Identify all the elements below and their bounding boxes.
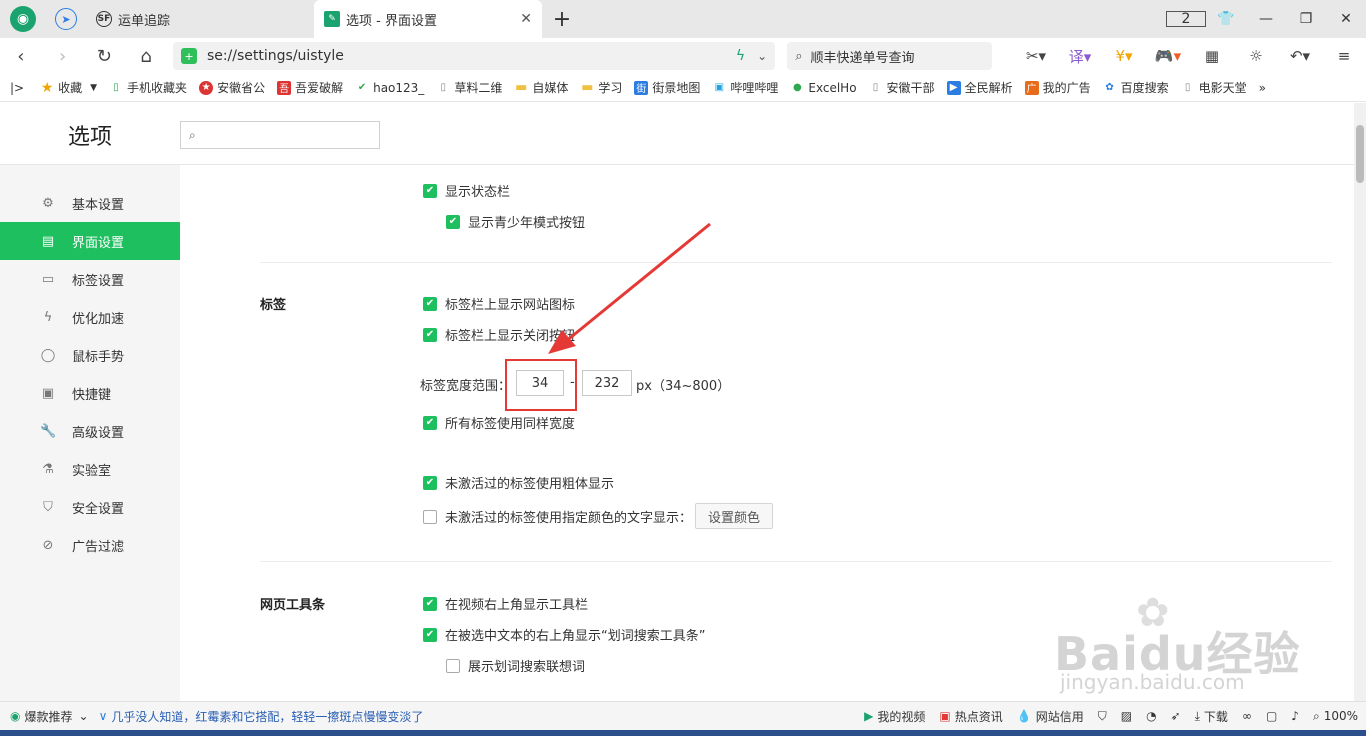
video-icon: ▶: [864, 709, 874, 723]
annotation-arrow: [548, 222, 711, 354]
taskbar-strip: [0, 730, 1366, 736]
window-icon[interactable]: ▢: [1266, 709, 1277, 723]
site-credit-button[interactable]: 💧 网站信用: [1017, 708, 1084, 725]
drop-icon: 💧: [1016, 709, 1032, 723]
hot-news-button[interactable]: ▣ 热点资讯: [939, 708, 1002, 725]
scrollbar-thumb[interactable]: [1356, 125, 1364, 183]
chevron-down-icon: ⌄: [78, 709, 89, 723]
zoom-button[interactable]: ⌕ 100%: [1313, 709, 1358, 724]
glasses-icon[interactable]: ∞: [1242, 709, 1252, 723]
arrow-head: [548, 330, 576, 354]
news-link[interactable]: ∨ 几乎没人知道，红霉素和它搭配，轻轻一擦斑点慢慢变淡了: [99, 708, 424, 725]
volume-icon[interactable]: ♪: [1291, 709, 1299, 723]
promo-button[interactable]: ◉ 爆款推荐 ⌄: [10, 708, 89, 725]
my-video-button[interactable]: ▶ 我的视频: [864, 708, 925, 725]
status-tools: ▶ 我的视频 ▣ 热点资讯 💧 网站信用 ⛉ ▨ ◔ ➶ ⤓ 下载 ∞ ▢ ♪ ⌕ 100…: [850, 708, 1366, 725]
news-icon: ▣: [939, 709, 951, 723]
download-button[interactable]: ⤓ 下载: [1195, 708, 1228, 725]
arrow-shaft: [564, 222, 711, 344]
chevron-down-icon: ∨: [98, 709, 108, 723]
rocket-icon[interactable]: ➶: [1171, 709, 1181, 723]
image-icon[interactable]: ▨: [1121, 709, 1132, 723]
status-bar: ◉ 爆款推荐 ⌄ ∨ 几乎没人知道，红霉素和它搭配，轻轻一擦斑点慢慢变淡了 ▶ 我的视频…: [0, 701, 1366, 730]
download-icon: ⤓: [1194, 708, 1200, 723]
promo-icon: ◉: [10, 709, 21, 723]
speed-icon[interactable]: ◔: [1146, 709, 1156, 723]
zoom-icon: ⌕: [1312, 708, 1320, 723]
page-scrollbar[interactable]: [1354, 103, 1366, 701]
shield-icon[interactable]: ⛉: [1098, 709, 1107, 724]
